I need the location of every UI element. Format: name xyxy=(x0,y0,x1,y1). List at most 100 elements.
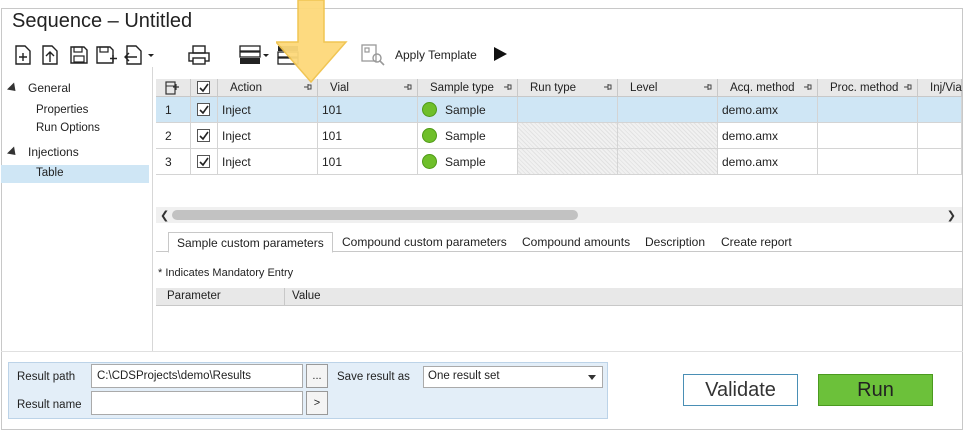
cell-action[interactable]: Inject xyxy=(218,123,318,149)
row-number: 2 xyxy=(156,123,191,149)
validate-button[interactable]: Validate xyxy=(683,374,798,406)
table-row[interactable]: 2 Inject 101 Sample demo.amx xyxy=(156,123,962,149)
column-label: Proc. method xyxy=(830,81,899,94)
sample-type-label: Sample xyxy=(445,154,486,169)
cell-vial[interactable]: 101 xyxy=(318,149,418,175)
column-header-sample-type[interactable]: Sample type xyxy=(418,79,518,97)
table-row[interactable]: 1 Inject 101 Sample demo.amx xyxy=(156,97,962,123)
tab-compound-amounts[interactable]: Compound amounts xyxy=(514,232,638,253)
result-name-arrow-button[interactable]: > xyxy=(306,391,328,415)
import-icon[interactable] xyxy=(37,43,63,67)
cell-run-type[interactable] xyxy=(518,97,618,123)
pin-icon[interactable] xyxy=(703,82,713,92)
row-checkbox[interactable] xyxy=(191,149,218,175)
nav-item-properties[interactable]: Properties xyxy=(36,104,88,116)
pin-icon[interactable] xyxy=(903,82,913,92)
nav-item-table[interactable]: Table xyxy=(36,167,64,179)
expand-triangle-icon[interactable] xyxy=(6,81,20,95)
cell-vial[interactable]: 101 xyxy=(318,123,418,149)
column-header-run-type[interactable]: Run type xyxy=(518,79,618,97)
pin-icon[interactable] xyxy=(603,82,613,92)
nav-group-injections[interactable]: Injections xyxy=(6,145,79,159)
save-as-icon[interactable] xyxy=(94,43,120,67)
column-label: Level xyxy=(630,81,658,94)
export-icon[interactable] xyxy=(122,43,158,67)
cell-run-type[interactable] xyxy=(518,149,618,175)
column-header-inj-vial[interactable]: Inj/Vial xyxy=(918,79,962,97)
save-result-as-label: Save result as xyxy=(337,371,410,383)
cell-run-type[interactable] xyxy=(518,123,618,149)
cell-inj-vial[interactable] xyxy=(918,97,962,123)
horizontal-scrollbar[interactable]: ❮ ❯ xyxy=(156,207,962,223)
nav-item-run-options[interactable]: Run Options xyxy=(36,122,100,134)
mandatory-note: * Indicates Mandatory Entry xyxy=(158,267,294,279)
select-all-checkbox[interactable] xyxy=(191,79,218,97)
sample-status-dot xyxy=(422,128,437,143)
sample-status-dot xyxy=(422,154,437,169)
table-row[interactable]: 3 Inject 101 Sample demo.amx xyxy=(156,149,962,175)
browse-button[interactable]: ... xyxy=(306,364,328,388)
cell-vial[interactable]: 101 xyxy=(318,97,418,123)
cell-proc-method[interactable] xyxy=(818,149,918,175)
cell-sample-type[interactable]: Sample xyxy=(418,97,518,123)
sample-status-dot xyxy=(422,102,437,117)
nav-group-general[interactable]: General xyxy=(6,81,71,95)
row-number: 3 xyxy=(156,149,191,175)
column-divider xyxy=(284,288,285,306)
save-icon[interactable] xyxy=(66,43,92,67)
column-label: Run type xyxy=(530,81,577,94)
column-header-parameter: Parameter xyxy=(167,290,221,302)
detail-tabs: Sample custom parameters Compound custom… xyxy=(156,230,962,253)
scrollbar-thumb[interactable] xyxy=(172,210,578,220)
cell-inj-vial[interactable] xyxy=(918,123,962,149)
divider xyxy=(1,351,963,352)
new-document-icon[interactable] xyxy=(10,43,36,67)
sample-type-label: Sample xyxy=(445,102,486,117)
scroll-right-icon[interactable]: ❯ xyxy=(947,209,956,222)
cell-acq-method[interactable]: demo.amx xyxy=(718,149,818,175)
insert-rows-icon[interactable] xyxy=(238,43,274,67)
pin-icon[interactable] xyxy=(503,82,513,92)
result-name-label: Result name xyxy=(17,399,82,411)
expand-triangle-icon[interactable] xyxy=(6,145,20,159)
tab-compound-custom-parameters[interactable]: Compound custom parameters xyxy=(334,232,515,253)
cell-level[interactable] xyxy=(618,149,718,175)
cell-proc-method[interactable] xyxy=(818,123,918,149)
tab-description[interactable]: Description xyxy=(637,232,713,253)
window-title: Sequence – Untitled xyxy=(12,10,193,32)
tab-sample-custom-parameters[interactable]: Sample custom parameters xyxy=(168,232,333,253)
tab-create-report[interactable]: Create report xyxy=(713,232,800,253)
pin-icon[interactable] xyxy=(403,82,413,92)
result-name-input[interactable] xyxy=(91,391,303,415)
cell-sample-type[interactable]: Sample xyxy=(418,149,518,175)
print-icon[interactable] xyxy=(186,43,212,67)
cell-sample-type[interactable]: Sample xyxy=(418,123,518,149)
cell-proc-method[interactable] xyxy=(818,97,918,123)
run-play-icon[interactable] xyxy=(492,46,508,65)
template-icon[interactable] xyxy=(360,43,386,67)
save-result-as-select[interactable]: One result set xyxy=(423,366,603,388)
apply-template-button[interactable]: Apply Template xyxy=(395,48,477,62)
scroll-left-icon[interactable]: ❮ xyxy=(160,209,169,222)
row-number: 1 xyxy=(156,97,191,123)
sample-type-label: Sample xyxy=(445,128,486,143)
cell-inj-vial[interactable] xyxy=(918,149,962,175)
pin-icon[interactable] xyxy=(803,82,813,92)
result-path-label: Result path xyxy=(17,371,76,383)
result-path-input[interactable] xyxy=(91,364,303,388)
cell-action[interactable]: Inject xyxy=(218,97,318,123)
cell-acq-method[interactable]: demo.amx xyxy=(718,97,818,123)
nav-group-label: Injections xyxy=(28,145,79,159)
run-button[interactable]: Run xyxy=(818,374,933,406)
cell-level[interactable] xyxy=(618,123,718,149)
column-header-level[interactable]: Level xyxy=(618,79,718,97)
row-checkbox[interactable] xyxy=(191,123,218,149)
column-header-proc-method[interactable]: Proc. method xyxy=(818,79,918,97)
column-header-acq-method[interactable]: Acq. method xyxy=(718,79,818,97)
cell-acq-method[interactable]: demo.amx xyxy=(718,123,818,149)
row-checkbox[interactable] xyxy=(191,97,218,123)
cell-action[interactable]: Inject xyxy=(218,149,318,175)
chevron-down-icon xyxy=(588,375,596,380)
row-insert-icon[interactable] xyxy=(156,79,191,97)
cell-level[interactable] xyxy=(618,97,718,123)
